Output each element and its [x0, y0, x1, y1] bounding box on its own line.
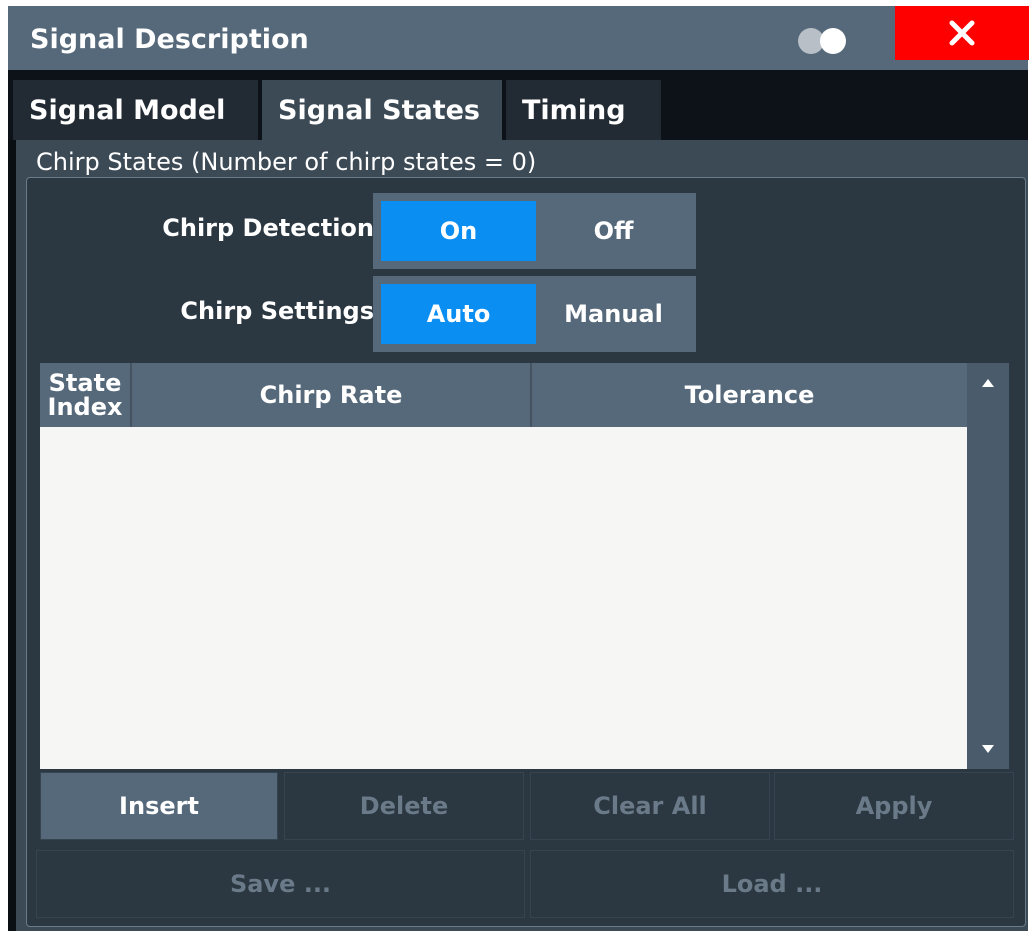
chirp-detection-off-button[interactable]: Off	[536, 201, 691, 261]
tab-signal-model[interactable]: Signal Model	[13, 80, 258, 140]
scroll-down-icon[interactable]	[967, 729, 1009, 769]
title-bar: Signal Description	[8, 6, 1029, 70]
load-button[interactable]: Load ...	[530, 850, 1014, 918]
apply-button[interactable]: Apply	[774, 772, 1014, 840]
tab-timing[interactable]: Timing	[506, 80, 661, 140]
column-header-tolerance[interactable]: Tolerance	[532, 363, 967, 427]
delete-button[interactable]: Delete	[284, 772, 524, 840]
clear-all-button[interactable]: Clear All	[530, 772, 770, 840]
table-scrollbar[interactable]	[967, 363, 1009, 769]
tab-signal-states[interactable]: Signal States	[262, 80, 502, 140]
scroll-up-icon[interactable]	[967, 363, 1009, 403]
chirp-states-caption: Chirp States (Number of chirp states = 0…	[36, 148, 537, 176]
chirp-settings-toggle: Auto Manual	[373, 276, 696, 352]
toggle-circles-icon[interactable]	[793, 27, 853, 55]
close-button[interactable]	[895, 6, 1029, 60]
chirp-detection-on-button[interactable]: On	[381, 201, 536, 261]
column-header-chirp-rate[interactable]: Chirp Rate	[132, 363, 532, 427]
signal-description-dialog: Signal Description Signal Model Signal S…	[8, 6, 1029, 931]
chirp-detection-label: Chirp Detection	[162, 214, 374, 242]
chirp-settings-auto-button[interactable]: Auto	[381, 284, 536, 344]
insert-button[interactable]: Insert	[40, 772, 278, 840]
tab-bar: Signal Model Signal States Timing	[8, 70, 1028, 140]
chirp-states-table: State Index Chirp Rate Tolerance	[40, 363, 1009, 769]
close-icon	[949, 20, 975, 46]
chirp-detection-toggle: On Off	[373, 193, 696, 269]
signal-states-panel: Chirp States (Number of chirp states = 0…	[16, 140, 1028, 931]
chirp-settings-label: Chirp Settings	[180, 297, 374, 325]
table-body[interactable]	[40, 427, 967, 769]
chirp-settings-manual-button[interactable]: Manual	[536, 284, 691, 344]
column-header-state-index[interactable]: State Index	[40, 363, 132, 427]
save-button[interactable]: Save ...	[36, 850, 525, 918]
dialog-title: Signal Description	[30, 24, 309, 55]
table-header: State Index Chirp Rate Tolerance	[40, 363, 967, 427]
